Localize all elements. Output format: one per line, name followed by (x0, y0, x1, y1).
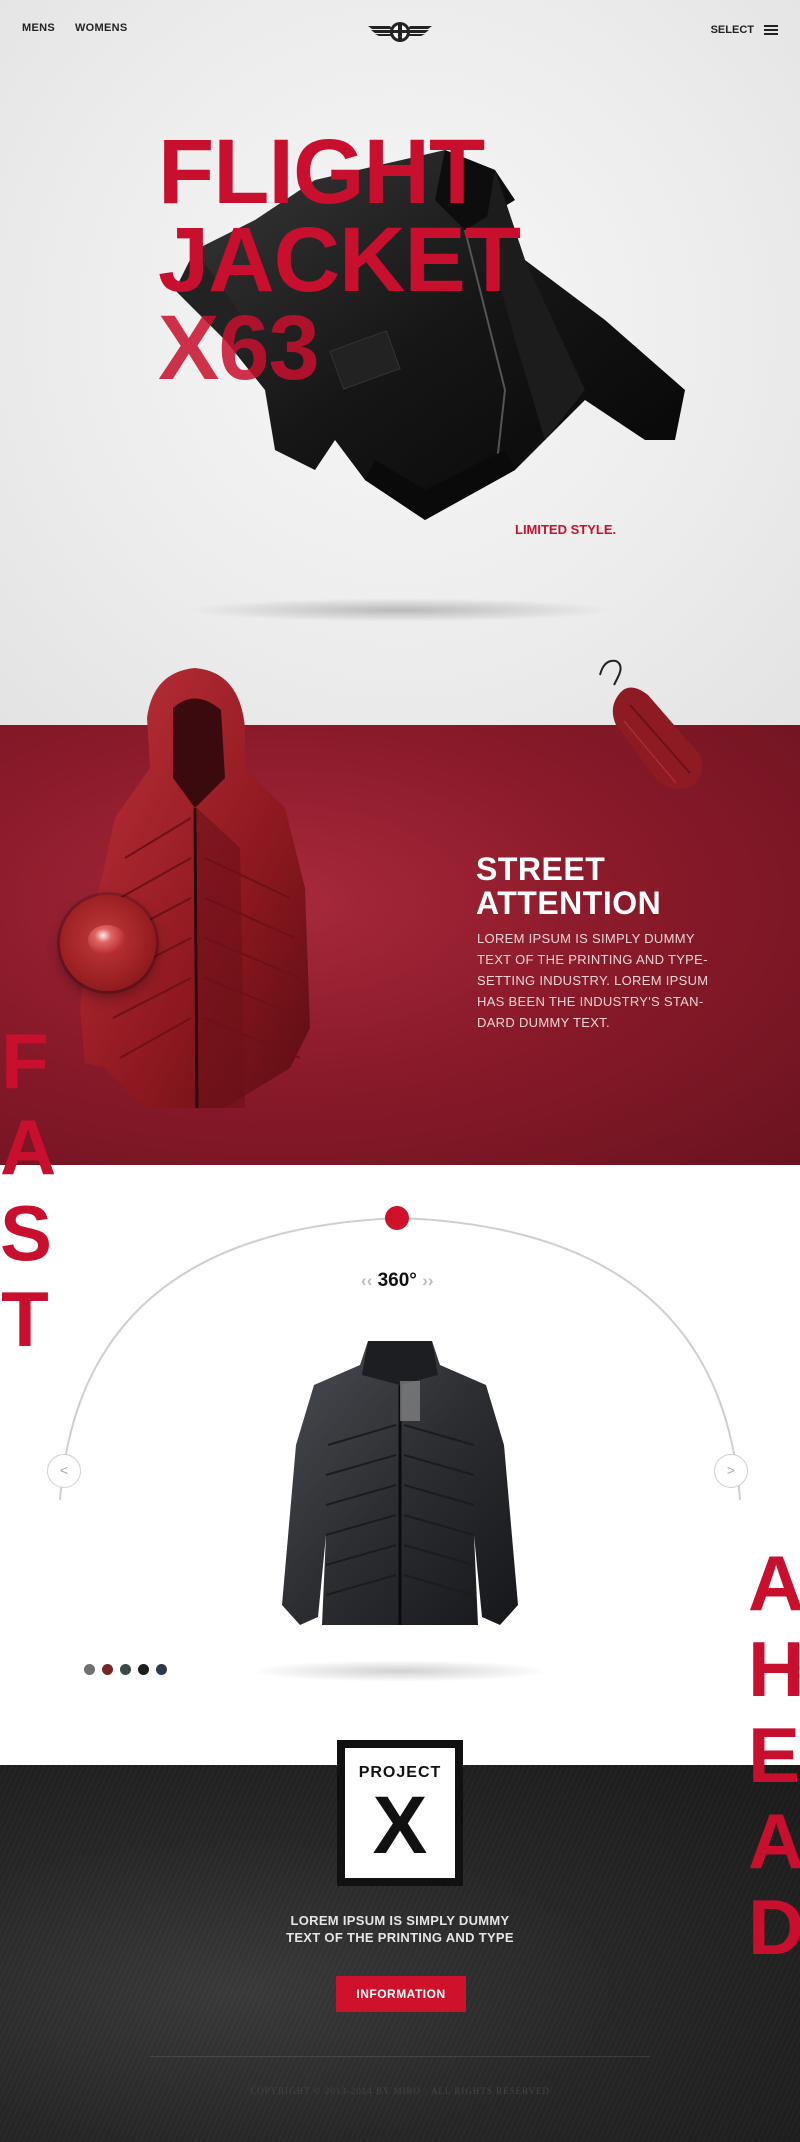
hero-section: MENS WOMENS SELECT FLIGHT JACKET X63 LIM… (0, 0, 800, 725)
feature-title-line-1: STREET (476, 851, 606, 887)
swatch-black[interactable] (138, 1664, 149, 1675)
vertical-letter: A (748, 1797, 800, 1885)
nav-womens-link[interactable]: WOMENS (75, 22, 128, 34)
hero-title-line-1: FLIGHT (158, 121, 485, 223)
top-nav: MENS WOMENS (22, 22, 128, 34)
vertical-letter: A (748, 1539, 800, 1627)
hero-title-line-2: JACKET (158, 209, 521, 311)
rotation-handle[interactable] (385, 1206, 409, 1230)
vertical-letter: T (1, 1275, 49, 1363)
swatch-dark-green[interactable] (120, 1664, 131, 1675)
hamburger-menu-icon (764, 25, 778, 35)
rotation-label: 360° (377, 1270, 417, 1291)
swatch-gray[interactable] (84, 1664, 95, 1675)
vertical-letter: E (748, 1711, 800, 1799)
product-floor-shadow (248, 1660, 552, 1682)
hero-title-line-3: X63 (158, 297, 320, 399)
copyright-text: COPYRIGHT © 2013-2014 BY MIRO · ALL RIGH… (250, 2086, 550, 2096)
select-label: SELECT (710, 24, 754, 36)
feature-title-line-2: ATTENTION (476, 885, 662, 921)
vertical-letter: D (748, 1883, 800, 1971)
vertical-letter: F (1, 1017, 49, 1105)
stuff-sack-image (599, 659, 703, 789)
project-x-badge: PROJECT X (337, 1740, 463, 1886)
chevron-left-icon: ‹‹ (361, 1271, 373, 1290)
information-button[interactable]: INFORMATION (336, 1976, 466, 2012)
badge-letter: X (372, 1780, 428, 1871)
footer-tagline: LOREM IPSUM IS SIMPLY DUMMY TEXT OF THE … (250, 1912, 550, 1946)
nav-mens-link[interactable]: MENS (22, 22, 55, 34)
vertical-letter: A (0, 1103, 57, 1191)
footer-tagline-line-2: TEXT OF THE PRINTING AND TYPE (286, 1930, 514, 1945)
vertical-letter: S (0, 1189, 53, 1277)
hero-floor-shadow (185, 598, 615, 622)
swatch-maroon[interactable] (102, 1664, 113, 1675)
feature-body: LOREM IPSUM IS SIMPLY DUMMY TEXT OF THE … (477, 931, 709, 1030)
color-swatches (84, 1664, 167, 1675)
wings-logo-icon[interactable] (368, 20, 432, 44)
swatch-navy[interactable] (156, 1664, 167, 1675)
hero-title: FLIGHT JACKET X63 (158, 121, 521, 399)
prev-button[interactable]: < (47, 1454, 81, 1488)
vertical-word-ahead: A H E A D (748, 1540, 800, 1970)
vertical-letter: H (748, 1625, 800, 1713)
footer-divider (150, 2056, 650, 2057)
vertical-word-fast: F A S T (0, 1017, 57, 1363)
chevron-right-icon: ›› (422, 1271, 434, 1290)
feature-title: STREET ATTENTION (476, 852, 661, 920)
next-button[interactable]: > (714, 1454, 748, 1488)
footer-tagline-line-1: LOREM IPSUM IS SIMPLY DUMMY (290, 1913, 510, 1928)
dark-down-jacket-image (282, 1341, 518, 1625)
hero-tagline: LIMITED STYLE. (515, 522, 617, 537)
select-menu-button[interactable]: SELECT (711, 24, 778, 36)
rotation-indicator: ‹‹ 360° ›› (361, 1270, 434, 1292)
water-drop-detail-image (60, 895, 156, 991)
